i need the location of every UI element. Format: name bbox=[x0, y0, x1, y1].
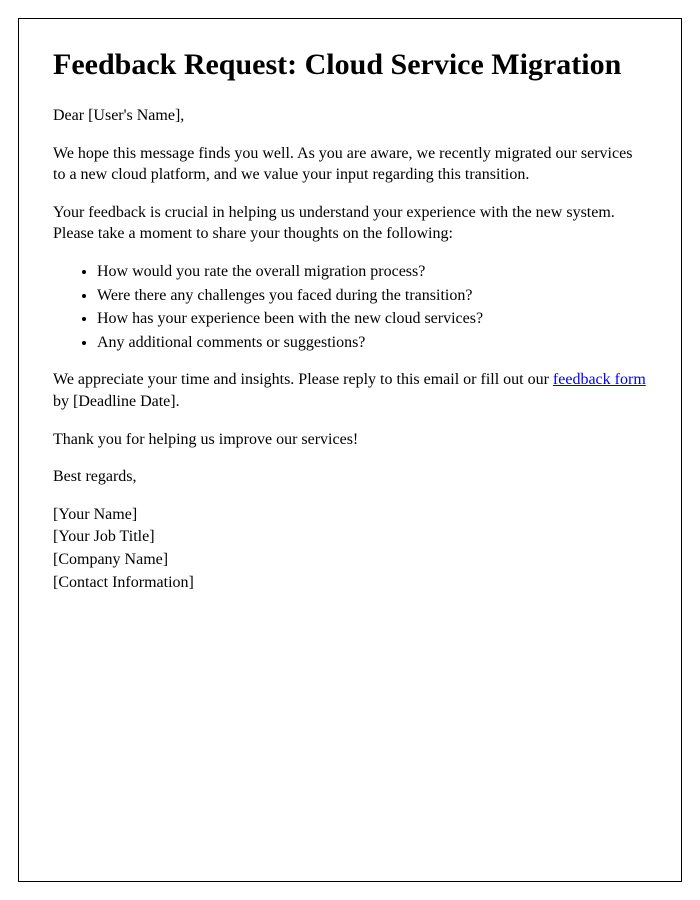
feedback-prompt: Your feedback is crucial in helping us u… bbox=[53, 202, 647, 245]
signature-title: [Your Job Title] bbox=[53, 526, 647, 548]
list-item: Were there any challenges you faced duri… bbox=[97, 285, 647, 307]
signature-contact: [Contact Information] bbox=[53, 572, 647, 594]
document-frame: Feedback Request: Cloud Service Migratio… bbox=[18, 18, 682, 882]
closing-suffix: by [Deadline Date]. bbox=[53, 393, 180, 410]
list-item: Any additional comments or suggestions? bbox=[97, 332, 647, 354]
feedback-form-link[interactable]: feedback form bbox=[553, 371, 646, 388]
signature-company: [Company Name] bbox=[53, 549, 647, 571]
page-title: Feedback Request: Cloud Service Migratio… bbox=[53, 47, 647, 83]
closing-prefix: We appreciate your time and insights. Pl… bbox=[53, 371, 553, 388]
thank-you-text: Thank you for helping us improve our ser… bbox=[53, 429, 647, 451]
sign-off: Best regards, bbox=[53, 466, 647, 488]
greeting-text: Dear [User's Name], bbox=[53, 105, 647, 127]
list-item: How has your experience been with the ne… bbox=[97, 308, 647, 330]
closing-paragraph: We appreciate your time and insights. Pl… bbox=[53, 369, 647, 412]
intro-paragraph: We hope this message finds you well. As … bbox=[53, 143, 647, 186]
question-list: How would you rate the overall migration… bbox=[53, 261, 647, 353]
signature-name: [Your Name] bbox=[53, 504, 647, 526]
signature-block: [Your Name] [Your Job Title] [Company Na… bbox=[53, 504, 647, 593]
list-item: How would you rate the overall migration… bbox=[97, 261, 647, 283]
